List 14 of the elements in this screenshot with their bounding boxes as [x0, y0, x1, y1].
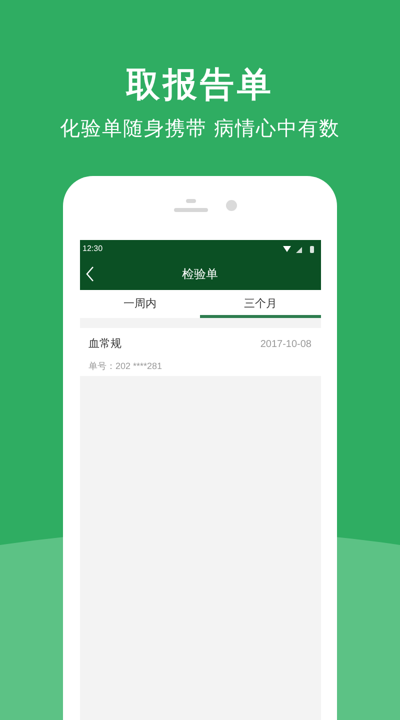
report-card[interactable]: 血常规 2017-10-08 单号：202 ****281	[80, 328, 320, 376]
app-title: 检验单	[182, 266, 218, 283]
report-number: 单号：202 ****281	[88, 360, 164, 372]
tab[interactable]: 一周内	[80, 290, 200, 318]
tab[interactable]: 三个月	[200, 290, 320, 318]
report-name: 血常规	[88, 337, 122, 352]
report-date: 2017-10-08	[260, 338, 312, 352]
sensor-icon	[186, 199, 196, 203]
headline: 取报告单	[126, 65, 274, 106]
back-icon[interactable]	[86, 266, 94, 282]
camera-icon	[226, 200, 236, 211]
speaker-icon	[174, 208, 208, 212]
tagline: 化验单随身携带 病情心中有数	[60, 117, 340, 142]
status-time: 12:30	[82, 243, 103, 255]
